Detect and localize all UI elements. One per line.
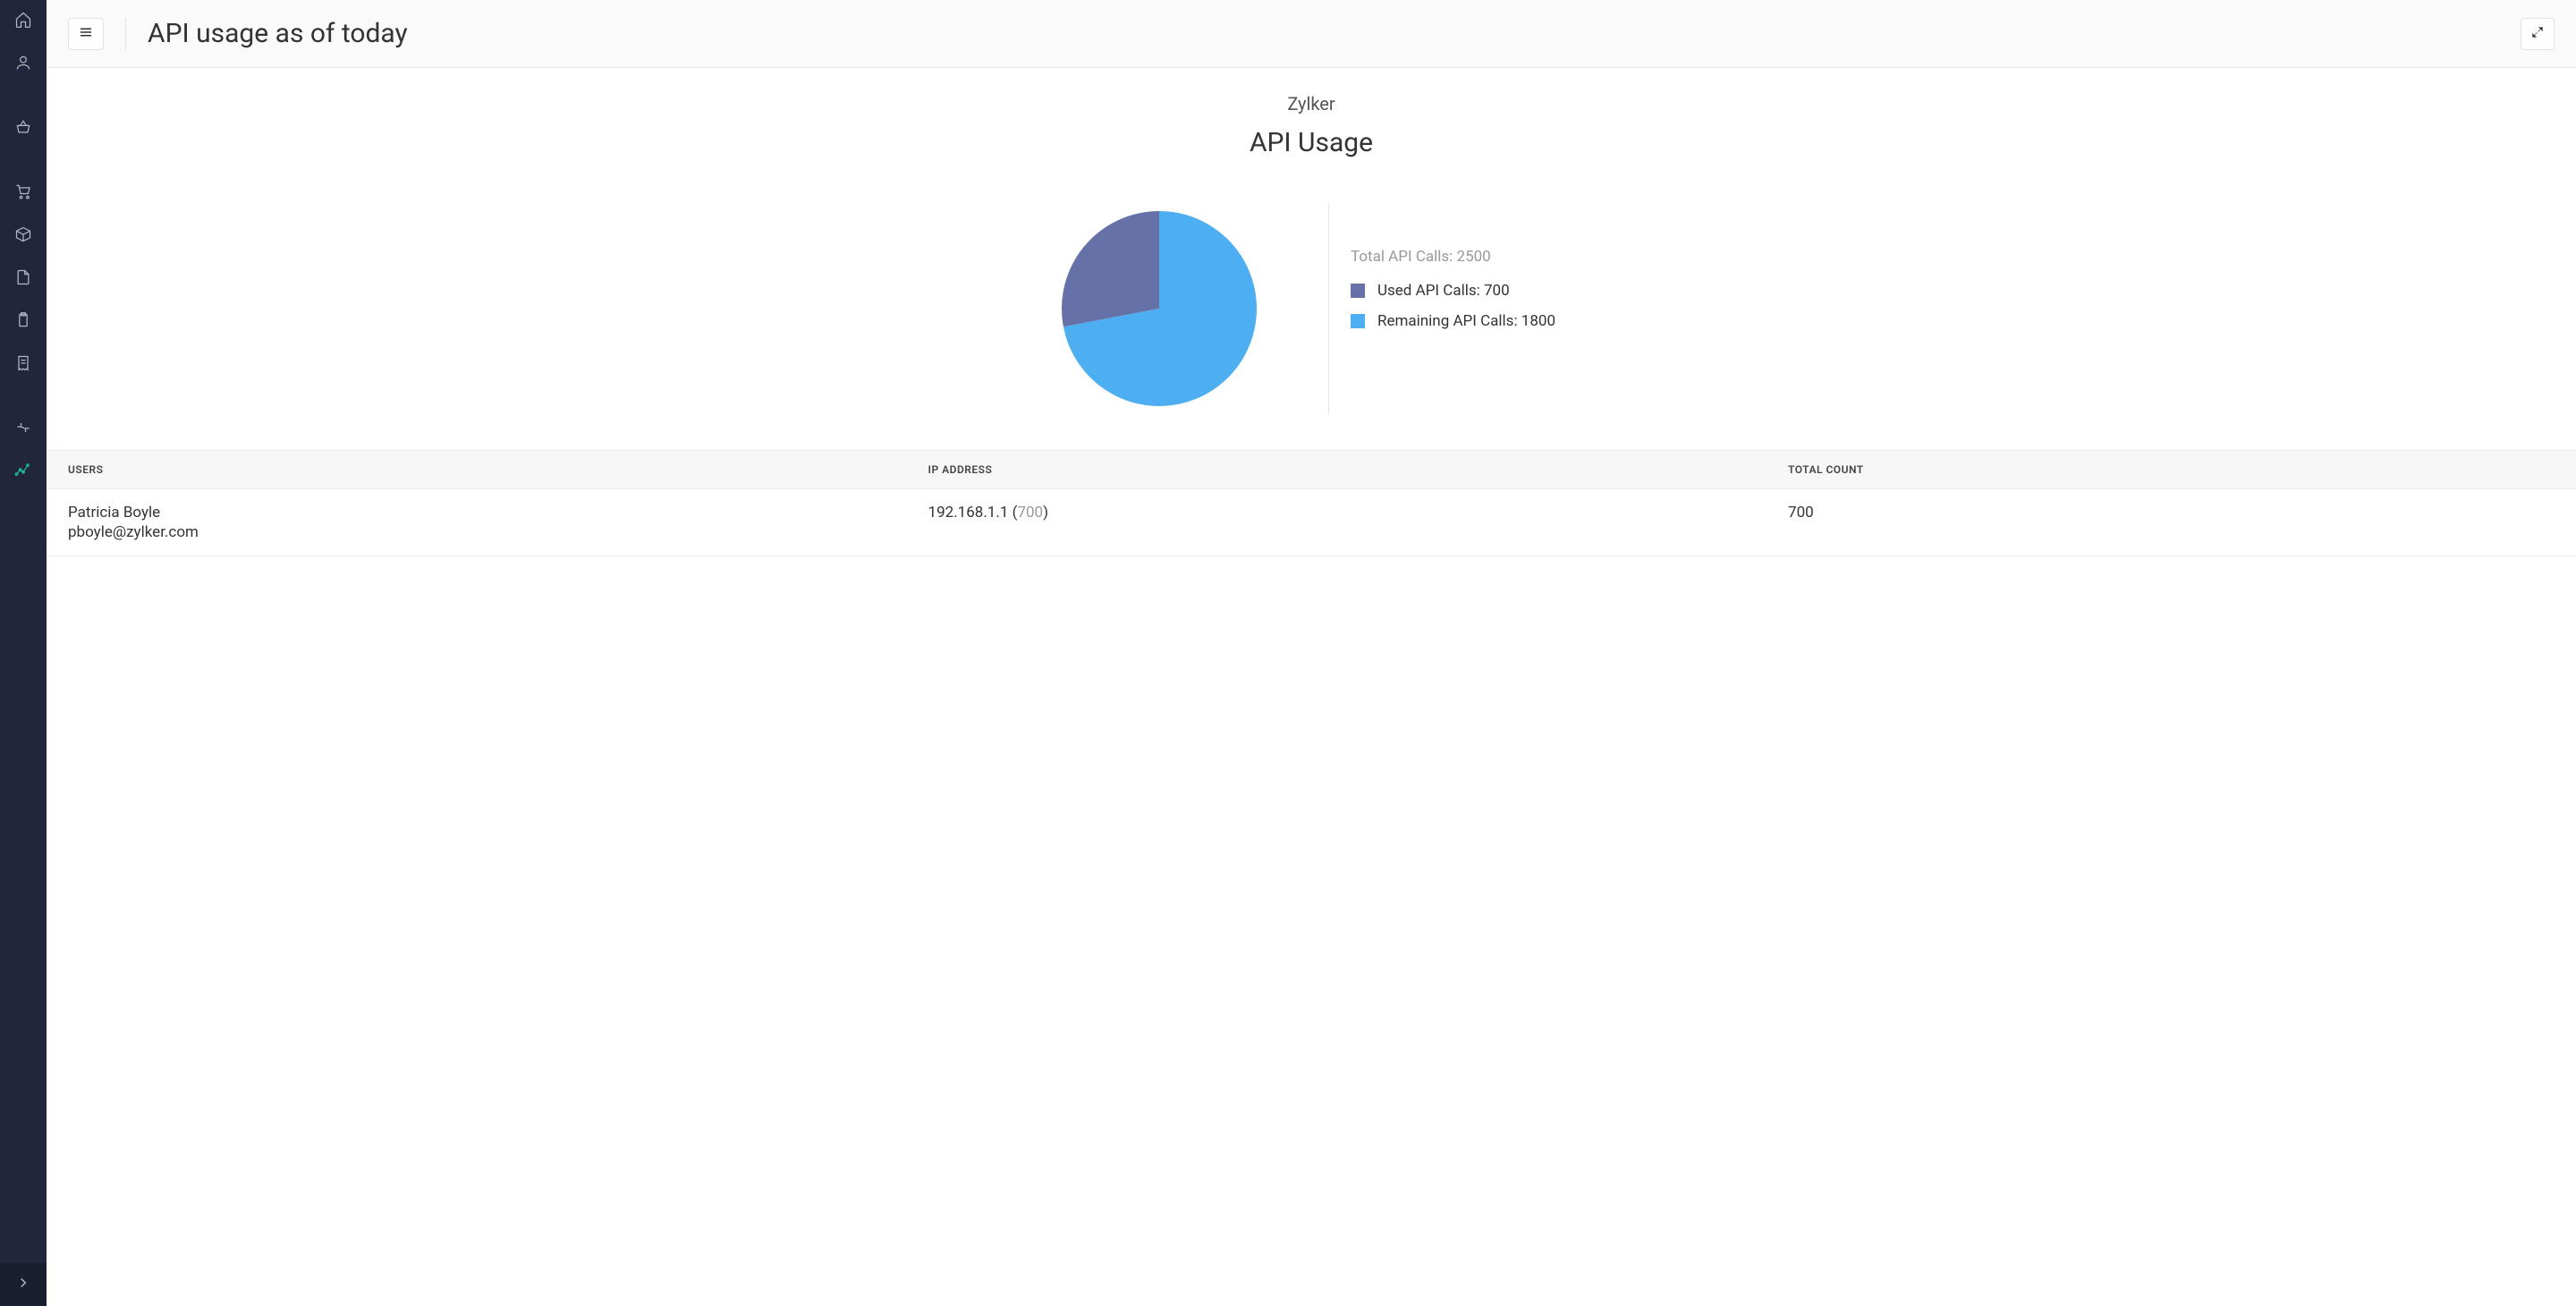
menu-button[interactable] [68,18,104,50]
cell-total-count: 700 [1767,489,2576,556]
expand-icon [2530,25,2545,42]
receipt-icon [14,354,32,376]
legend-item: Remaining API Calls: 1800 [1351,312,1561,330]
divider [125,18,126,50]
legend-label: Remaining API Calls: 1800 [1377,312,1555,330]
sidebar-item-basket[interactable] [0,107,47,150]
analytics-icon [14,462,32,483]
chevron-right-icon [15,1275,31,1294]
pie-chart [1062,211,1257,406]
sidebar-item-file[interactable] [0,258,47,301]
legend: Total API Calls: 2500 Used API Calls: 70… [1328,203,1561,414]
chart-title: API Usage [1250,127,1373,158]
user-email: pboyle@zylker.com [68,523,886,541]
sidebar-item-user[interactable] [0,43,47,86]
clipboard-icon [14,311,32,333]
sidebar-gap-3 [0,386,47,408]
sidebar-gap-2 [0,150,47,172]
chart-row: Total API Calls: 2500 Used API Calls: 70… [1062,203,1561,414]
sidebar-item-clipboard[interactable] [0,301,47,343]
topbar: API usage as of today [47,0,2576,68]
sidebar-gap [0,86,47,107]
fullscreen-button[interactable] [2521,18,2555,50]
chart-section: Zylker API Usage Total API Calls: 2500 U… [47,68,2576,450]
page-title: API usage as of today [148,18,408,49]
col-header-users: USERS [47,451,907,489]
integration-icon [14,419,32,440]
legend-total: Total API Calls: 2500 [1351,248,1561,266]
hamburger-icon [78,24,94,43]
sidebar-items [0,0,47,494]
basket-icon [14,118,32,140]
legend-swatch [1351,314,1365,328]
sidebar-item-integration[interactable] [0,408,47,451]
col-header-ip: IP ADDRESS [907,451,1767,489]
ip-value: 192.168.1.1 [928,504,1013,522]
user-icon [14,54,32,75]
content: Zylker API Usage Total API Calls: 2500 U… [47,68,2576,1306]
main: API usage as of today Zylker API Usage T… [47,0,2576,1306]
sidebar-item-cart[interactable] [0,172,47,215]
legend-item: Used API Calls: 700 [1351,282,1561,300]
sidebar-item-receipt[interactable] [0,343,47,386]
table-row: Patricia Boylepboyle@zylker.com192.168.1… [47,489,2576,556]
table-header-row: USERS IP ADDRESS TOTAL COUNT [47,451,2576,489]
cell-user: Patricia Boylepboyle@zylker.com [47,489,907,556]
home-icon [14,11,32,32]
pie-slice [1062,211,1159,326]
org-name: Zylker [1287,93,1335,114]
ip-count: 700 [1017,504,1043,522]
sidebar-item-home[interactable] [0,0,47,43]
sidebar [0,0,47,1306]
package-icon [14,225,32,247]
cart-icon [14,182,32,204]
legend-label: Used API Calls: 700 [1377,282,1510,300]
user-name: Patricia Boyle [68,504,160,522]
legend-swatch [1351,284,1365,298]
sidebar-item-package[interactable] [0,215,47,258]
cell-ip: 192.168.1.1 (700) [907,489,1767,556]
sidebar-expand[interactable] [0,1263,47,1306]
sidebar-item-analytics[interactable] [0,451,47,494]
usage-table: USERS IP ADDRESS TOTAL COUNT Patricia Bo… [47,450,2576,556]
col-header-count: TOTAL COUNT [1767,451,2576,489]
file-icon [14,268,32,290]
